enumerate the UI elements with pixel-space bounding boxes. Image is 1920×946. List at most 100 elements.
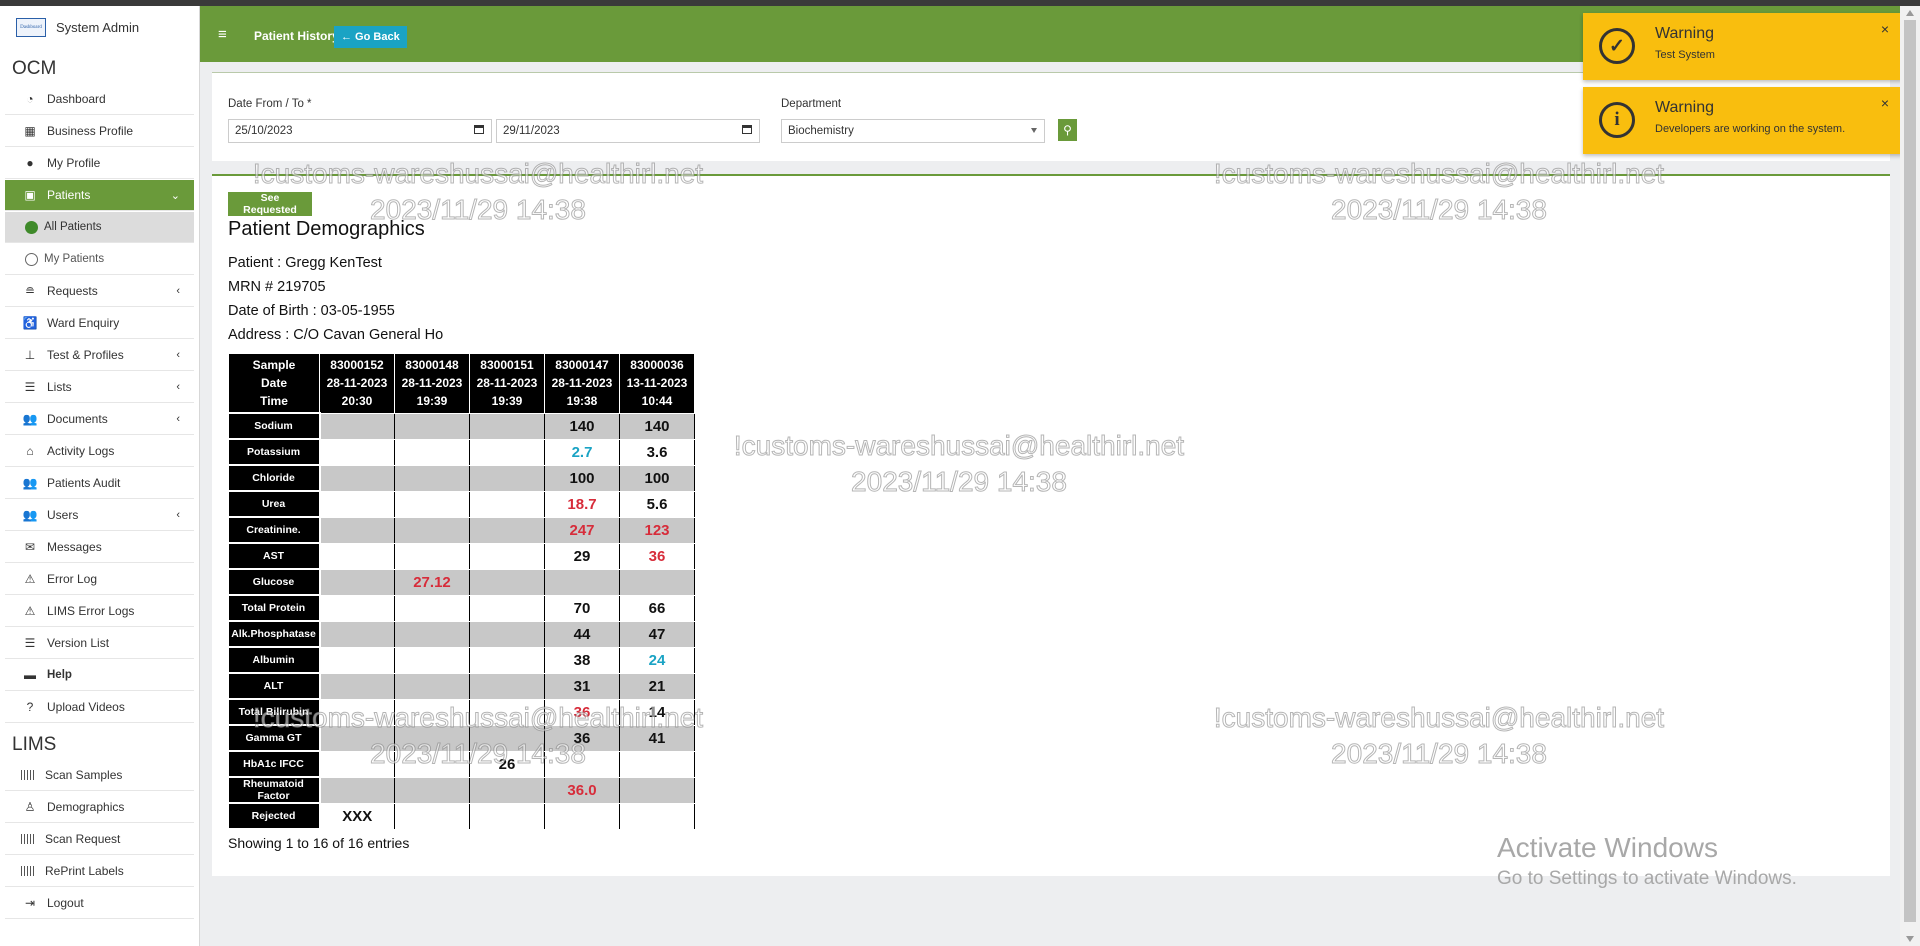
sidebar-item-label: Ward Enquiry (47, 316, 120, 330)
sidebar-item-users[interactable]: 👥 Users ‹ (5, 500, 194, 531)
sidebar-item-demographics[interactable]: ♙ Demographics (5, 792, 194, 823)
sidebar-item-lists[interactable]: ☰ Lists ‹ (5, 372, 194, 403)
test-name-cell: Albumin (228, 646, 321, 674)
scroll-down-arrow-icon[interactable] (1906, 936, 1914, 942)
result-cell (319, 776, 395, 804)
result-cell[interactable]: 24 (619, 646, 695, 674)
see-requested-button[interactable]: See Requested (228, 192, 312, 216)
result-cell[interactable]: 14 (619, 698, 695, 726)
sample-column-header[interactable]: 83000152 28-11-2023 20:30 (319, 353, 395, 414)
result-cell (469, 568, 545, 596)
sidebar-item-dashboard[interactable]: ◔ Dashboard (5, 84, 194, 115)
test-name-cell: Rheumatoid Factor (228, 776, 321, 804)
sidebar-item-help[interactable]: ▬ Help (5, 660, 194, 691)
result-cell[interactable]: 41 (619, 724, 695, 752)
result-cell (394, 464, 470, 492)
calendar-icon[interactable] (474, 125, 484, 134)
result-cell[interactable]: 26 (469, 750, 545, 778)
page-scrollbar[interactable] (1900, 6, 1920, 946)
result-cell (619, 802, 695, 830)
result-cell[interactable]: 2.7 (544, 438, 620, 466)
sidebar-item-test-profiles[interactable]: ⊥ Test & Profiles ‹ (5, 340, 194, 371)
sample-date: 28-11-2023 (476, 376, 538, 391)
result-cell[interactable]: 18.7 (544, 490, 620, 518)
sidebar-item-logout[interactable]: ⇥ Logout (5, 888, 194, 919)
result-cell[interactable]: 100 (544, 464, 620, 492)
sample-column-header[interactable]: 83000147 28-11-2023 19:38 (544, 353, 620, 414)
result-cell (619, 568, 695, 596)
search-button[interactable]: ⚲ (1058, 119, 1077, 141)
sidebar-item-version-list[interactable]: ☰ Version List (5, 628, 194, 659)
result-cell[interactable]: 70 (544, 594, 620, 622)
sidebar-item-all-patients[interactable]: All Patients (5, 212, 194, 243)
test-name-cell: Potassium (228, 438, 321, 466)
sidebar-item-requests[interactable]: ≘ Requests ‹ (5, 276, 194, 307)
sidebar-item-lims-error-logs[interactable]: ⚠ LIMS Error Logs (5, 596, 194, 627)
sidebar-item-scan-samples[interactable]: Scan Samples (5, 760, 194, 791)
section-ocm: OCM (12, 58, 57, 79)
sample-column-header[interactable]: 83000151 28-11-2023 19:39 (469, 353, 545, 414)
result-cell[interactable]: 47 (619, 620, 695, 648)
result-cell[interactable]: 36 (544, 698, 620, 726)
sidebar-item-label: Error Log (47, 572, 98, 586)
sign-out-icon: ⇥ (24, 896, 36, 910)
department-select[interactable]: Biochemistry (781, 119, 1045, 143)
page-title: Patient History (254, 29, 339, 43)
scroll-up-arrow-icon[interactable] (1906, 10, 1914, 16)
sidebar-item-scan-request[interactable]: Scan Request (5, 824, 194, 855)
result-cell (544, 750, 620, 778)
sidebar-item-business-profile[interactable]: ▦ Business Profile (5, 116, 194, 147)
sidebar-item-label: Logout (47, 896, 84, 910)
result-cell[interactable]: 5.6 (619, 490, 695, 518)
sidebar-item-documents[interactable]: 👥 Documents ‹ (5, 404, 194, 435)
result-cell[interactable]: 21 (619, 672, 695, 700)
sidebar-item-patients[interactable]: ▣ Patients ⌄ (5, 180, 194, 211)
result-cell[interactable]: 29 (544, 542, 620, 570)
close-icon[interactable]: × (1881, 21, 1889, 37)
result-cell[interactable]: 31 (544, 672, 620, 700)
result-cell[interactable]: 36 (619, 542, 695, 570)
result-cell[interactable]: 123 (619, 516, 695, 544)
sample-date: 28-11-2023 (551, 376, 613, 391)
go-back-button[interactable]: ← Go Back (334, 26, 407, 48)
scrollbar-thumb[interactable] (1904, 20, 1916, 922)
date-from-input[interactable]: 25/10/2023 (228, 119, 492, 143)
result-cell[interactable]: 100 (619, 464, 695, 492)
sidebar-item-messages[interactable]: ✉ Messages (5, 532, 194, 563)
result-cell[interactable]: 247 (544, 516, 620, 544)
sample-column-header[interactable]: 83000036 13-11-2023 10:44 (619, 353, 695, 414)
result-cell (469, 516, 545, 544)
sample-column-header[interactable]: 83000148 28-11-2023 19:39 (394, 353, 470, 414)
result-cell[interactable]: 3.6 (619, 438, 695, 466)
result-cell[interactable]: 140 (544, 412, 620, 440)
check-circle-icon: ✓ (1599, 28, 1635, 64)
result-cell[interactable]: 38 (544, 646, 620, 674)
result-cell[interactable]: 36 (544, 724, 620, 752)
hamburger-menu-icon[interactable]: ≡ (218, 26, 227, 43)
question-icon: ? (26, 700, 34, 714)
sidebar-item-my-patients[interactable]: My Patients (5, 244, 194, 275)
test-name-cell: Rejected (228, 802, 321, 830)
close-icon[interactable]: × (1881, 95, 1889, 111)
calendar-icon[interactable] (742, 125, 752, 134)
result-cell[interactable]: 27.12 (394, 568, 470, 596)
date-to-input[interactable]: 29/11/2023 (496, 119, 760, 143)
sidebar-item-patients-audit[interactable]: 👥 Patients Audit (5, 468, 194, 499)
sidebar-item-my-profile[interactable]: ● My Profile (5, 148, 194, 179)
section-lims: LIMS (12, 734, 57, 755)
result-cell[interactable]: 140 (619, 412, 695, 440)
sidebar-item-upload-videos[interactable]: ? Upload Videos (5, 692, 194, 723)
users-icon: 👥 (22, 508, 38, 522)
patient-name: Patient : Gregg KenTest (228, 255, 382, 271)
result-cell[interactable]: 66 (619, 594, 695, 622)
result-cell[interactable]: 36.0 (544, 776, 620, 804)
result-cell[interactable]: 44 (544, 620, 620, 648)
result-cell (319, 568, 395, 596)
sample-date: 28-11-2023 (401, 376, 463, 391)
sidebar-item-label: Upload Videos (47, 700, 125, 714)
sidebar-item-error-log[interactable]: ⚠ Error Log (5, 564, 194, 595)
sidebar-item-activity-logs[interactable]: ⌂ Activity Logs (5, 436, 194, 467)
result-cell[interactable]: XXX (319, 802, 395, 830)
sidebar-item-reprint-labels[interactable]: RePrint Labels (5, 856, 194, 887)
sidebar-item-ward-enquiry[interactable]: ♿ Ward Enquiry (5, 308, 194, 339)
